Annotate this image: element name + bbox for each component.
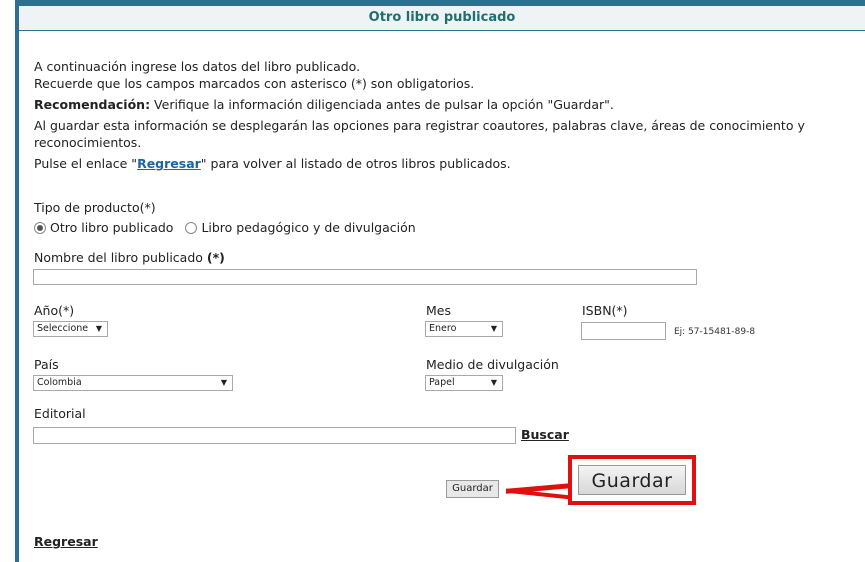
pais-select[interactable]: Colombia ▼: [33, 375, 233, 391]
buscar-link[interactable]: Buscar: [521, 427, 569, 442]
ano-label: Año(*): [34, 303, 75, 318]
guardar-callout-button: Guardar: [578, 465, 686, 495]
intro-line-1: A continuación ingrese los datos del lib…: [34, 59, 361, 74]
tipo-producto-label: Tipo de producto(*): [34, 200, 156, 215]
pais-label: País: [34, 357, 59, 372]
nombre-libro-input[interactable]: [33, 269, 697, 285]
recommendation-text: Verifique la información diligenciada an…: [150, 97, 614, 112]
chevron-down-icon: ▼: [490, 378, 497, 387]
nombre-libro-label-text: Nombre del libro publicado: [34, 250, 203, 265]
mes-select-value: Enero: [429, 323, 457, 334]
ano-select[interactable]: Seleccione ▼: [33, 321, 108, 337]
title-bar: Otro libro publicado: [19, 6, 865, 31]
mes-label: Mes: [426, 303, 451, 318]
guardar-callout: Guardar: [568, 455, 696, 505]
radio-unchecked-icon[interactable]: [185, 221, 198, 234]
regresar-link[interactable]: Regresar: [34, 534, 98, 549]
editorial-input[interactable]: [33, 427, 516, 444]
recommendation-label: Recomendación:: [34, 97, 151, 112]
intro-line-4: Al guardar esta información se desplegar…: [34, 118, 805, 150]
radio-checked-icon[interactable]: [34, 221, 46, 234]
chevron-down-icon: ▼: [95, 324, 102, 333]
intro-line-5: Pulse el enlace "Regresar" para volver a…: [34, 155, 859, 172]
recommendation: Recomendación: Verifique la información …: [34, 96, 859, 113]
pais-select-value: Colombia: [37, 377, 82, 388]
guardar-button[interactable]: Guardar: [446, 480, 499, 498]
medio-divulgacion-label: Medio de divulgación: [426, 357, 559, 372]
intro-line-2: Recuerde que los campos marcados con ast…: [34, 76, 475, 91]
tipo-option-otro[interactable]: Otro libro publicado: [34, 220, 173, 235]
regresar-inline-link[interactable]: Regresar: [137, 156, 201, 171]
isbn-input[interactable]: [581, 322, 666, 340]
page-title: Otro libro publicado: [368, 10, 516, 25]
mes-select[interactable]: Enero ▼: [425, 321, 503, 337]
editorial-label: Editorial: [34, 406, 86, 421]
ano-select-value: Seleccione: [37, 323, 89, 334]
medio-divulgacion-select[interactable]: Papel ▼: [425, 375, 503, 391]
isbn-hint: Ej: 57-15481-89-8: [674, 327, 756, 337]
nombre-libro-label: Nombre del libro publicado (*): [34, 250, 225, 265]
chevron-down-icon: ▼: [220, 378, 227, 387]
intro-line-5-pre: Pulse el enlace ": [34, 156, 138, 171]
tipo-option-pedagogico-label: Libro pedagógico y de divulgación: [201, 220, 416, 235]
left-border: [15, 0, 19, 562]
chevron-down-icon: ▼: [490, 324, 497, 333]
isbn-label: ISBN(*): [582, 303, 628, 318]
tipo-option-pedagogico[interactable]: Libro pedagógico y de divulgación: [185, 220, 416, 235]
nombre-libro-required: (*): [206, 250, 225, 265]
tipo-option-otro-label: Otro libro publicado: [50, 220, 174, 235]
intro-line-5-post: " para volver al listado de otros libros…: [200, 156, 511, 171]
intro-text: A continuación ingrese los datos del lib…: [34, 58, 859, 172]
medio-divulgacion-value: Papel: [429, 377, 455, 388]
tipo-producto-options: Otro libro publicado Libro pedagógico y …: [34, 220, 416, 235]
